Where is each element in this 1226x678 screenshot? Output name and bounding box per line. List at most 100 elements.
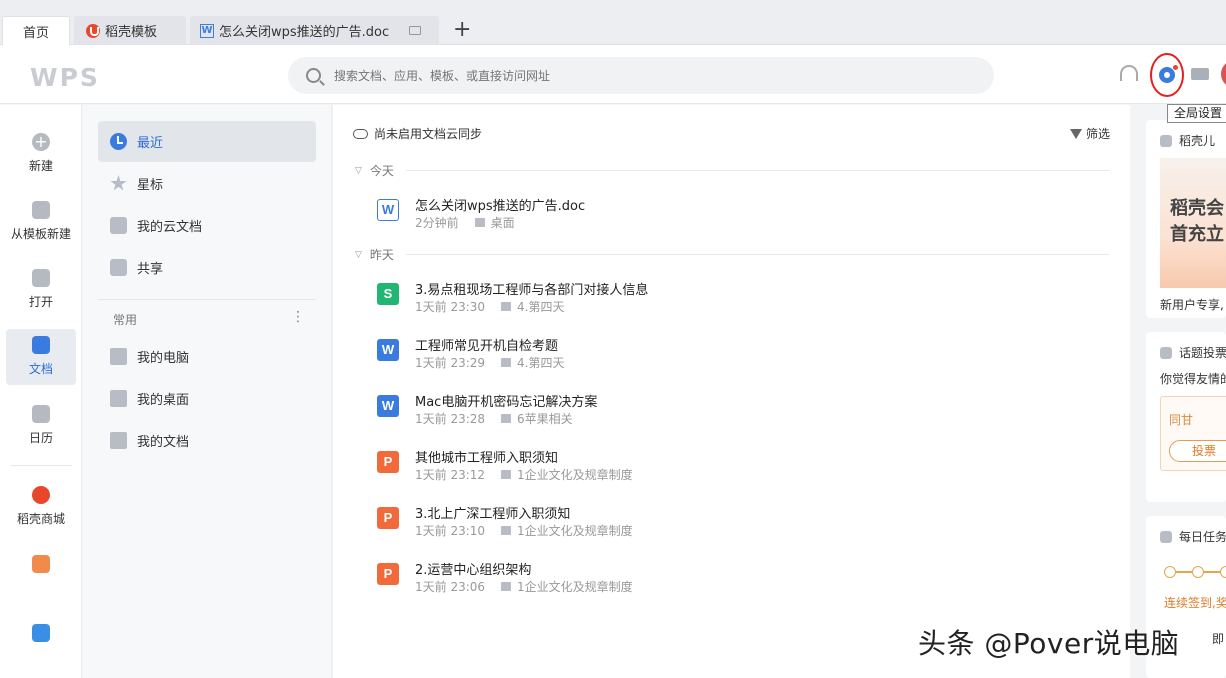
nav-my-documents[interactable]: 我的文档 — [98, 420, 316, 461]
vote-box: 同甘 投票 — [1160, 396, 1226, 471]
headset-icon[interactable] — [1120, 65, 1138, 81]
checkin-dot — [1164, 566, 1176, 578]
tab-daoke-templates[interactable]: 稻壳模板 — [74, 16, 186, 45]
rail-video[interactable] — [6, 555, 76, 579]
file-row[interactable]: P 3.北上广深工程师入职须知 1天前 23:10 1企业文化及规章制度 — [377, 503, 1097, 553]
video-icon — [32, 555, 50, 573]
cloud-sync-status[interactable]: 尚未启用文档云同步 — [353, 125, 482, 142]
rail-new[interactable]: 新建 — [6, 133, 76, 174]
vote-card-title: 话题投票 — [1179, 346, 1226, 360]
vote-question: 你觉得友情的 — [1160, 372, 1226, 386]
search-bar[interactable] — [288, 57, 994, 94]
presentation-icon: P — [377, 563, 399, 585]
rail-mall[interactable]: 稻壳商城 — [6, 486, 76, 527]
nav-cloud-label: 我的云文档 — [137, 220, 203, 235]
file-name: 工程师常见开机自检考题 — [415, 339, 559, 354]
file-row[interactable]: W 工程师常见开机自检考题 1天前 23:29 4.第四天 — [377, 335, 1097, 385]
daoke-mall-icon — [32, 486, 50, 504]
computer-folder-icon — [110, 348, 127, 365]
search-icon — [306, 68, 321, 83]
rail-new-from-template[interactable]: 从模板新建 — [6, 201, 76, 242]
more-options-icon[interactable]: ⋮ — [291, 309, 305, 325]
tab-home-label: 首页 — [22, 25, 49, 41]
nav-my-desktop[interactable]: 我的桌面 — [98, 378, 316, 419]
file-name: 其他城市工程师入职须知 — [415, 451, 559, 466]
word-doc-icon: W — [377, 395, 399, 417]
file-meta: 1天前 23:28 6苹果相关 — [415, 410, 573, 427]
nav-section-common: 常用 — [113, 313, 138, 327]
topic-vote-card[interactable]: 话题投票 你觉得友情的 同甘 投票 — [1146, 332, 1226, 502]
file-time: 1天前 23:29 — [415, 356, 486, 370]
file-row[interactable]: W 怎么关闭wps推送的广告.doc 2分钟前 桌面 — [377, 195, 1097, 245]
file-location: 桌面 — [490, 216, 515, 230]
clock-icon — [110, 133, 127, 150]
avatar[interactable] — [1221, 60, 1226, 88]
file-row[interactable]: W Mac电脑开机密码忘记解决方案 1天前 23:28 6苹果相关 — [377, 391, 1097, 441]
plus-circle-icon — [32, 133, 50, 151]
documents-folder-icon — [110, 432, 127, 449]
nav-recent[interactable]: 最近 — [98, 121, 316, 162]
file-time: 1天前 23:12 — [415, 468, 486, 482]
task-note: 即 — [1212, 632, 1225, 646]
nav-shared[interactable]: 共享 — [98, 247, 316, 288]
rail-new-label: 新建 — [28, 159, 53, 173]
file-name: 3.易点租现场工程师与各部门对接人信息 — [415, 283, 649, 298]
file-name: 怎么关闭wps推送的广告.doc — [415, 199, 586, 214]
skin-icon[interactable] — [1191, 68, 1209, 80]
rail-divider — [10, 465, 72, 466]
file-name: Mac电脑开机密码忘记解决方案 — [415, 395, 598, 410]
filter-button[interactable]: 筛选 — [1069, 125, 1110, 142]
file-row[interactable]: P 2.运营中心组织架构 1天前 23:06 1企业文化及规章制度 — [377, 559, 1097, 609]
vote-option[interactable]: 同甘 — [1169, 411, 1193, 428]
left-rail: 新建 从模板新建 打开 文档 日历 稻壳商城 — [0, 105, 82, 678]
group-today[interactable]: ▽ 今天 — [355, 162, 1109, 179]
daoke-card[interactable]: 稻壳儿 稻壳会 首充立 新用户专享, — [1146, 120, 1226, 318]
checkin-dot — [1220, 566, 1226, 578]
rail-docs[interactable]: 文档 — [6, 329, 76, 385]
promo-line1: 稻壳会 — [1170, 198, 1224, 219]
new-tab-button[interactable]: + — [453, 18, 471, 42]
search-input[interactable] — [334, 68, 934, 83]
header: WPS — [0, 45, 1226, 104]
gear-icon[interactable] — [1159, 67, 1175, 83]
file-row[interactable]: P 其他城市工程师入职须知 1天前 23:12 1企业文化及规章制度 — [377, 447, 1097, 497]
file-meta: 1天前 23:10 1企业文化及规章制度 — [415, 522, 633, 539]
card-title: 每日任务 — [1160, 528, 1226, 545]
tab-home[interactable]: 首页 — [2, 16, 70, 45]
card-title: 话题投票 — [1160, 344, 1226, 361]
nav-recent-label: 最近 — [137, 136, 164, 151]
promo-text: 稻壳会 首充立 — [1170, 196, 1224, 248]
filter-icon — [1069, 128, 1082, 139]
document-icon — [32, 336, 50, 354]
file-list-area: 尚未启用文档云同步 筛选 ▽ 今天 W 怎么关闭wps推送的广告.doc 2分钟… — [333, 105, 1130, 678]
star-icon — [110, 175, 127, 191]
file-meta: 1天前 23:29 4.第四天 — [415, 354, 565, 371]
word-doc-icon: W — [200, 23, 214, 38]
screen-icon[interactable] — [409, 26, 422, 35]
daoke-icon — [86, 23, 100, 38]
word-doc-icon: W — [377, 339, 399, 361]
group-yesterday[interactable]: ▽ 昨天 — [355, 246, 1109, 263]
chevron-down-icon: ▽ — [355, 249, 362, 260]
rail-open[interactable]: 打开 — [6, 269, 76, 310]
nav-starred[interactable]: 星标 — [98, 163, 316, 204]
folder-icon — [32, 269, 50, 287]
word-doc-icon: W — [377, 199, 399, 221]
cloud-icon — [353, 128, 368, 139]
checkin-progress — [1164, 566, 1226, 578]
nav-cloud-docs[interactable]: 我的云文档 — [98, 205, 316, 246]
file-time: 1天前 23:30 — [415, 300, 486, 314]
file-time: 1天前 23:06 — [415, 580, 486, 594]
daoke-icon — [1160, 134, 1172, 147]
rail-notes[interactable] — [6, 624, 76, 648]
tab-document-label: 怎么关闭wps推送的广告.doc — [219, 25, 390, 40]
location-icon — [474, 218, 485, 227]
filter-label: 筛选 — [1085, 127, 1110, 141]
file-row[interactable]: S 3.易点租现场工程师与各部门对接人信息 1天前 23:30 4.第四天 — [377, 279, 1097, 329]
spreadsheet-icon: S — [377, 283, 399, 305]
tab-document[interactable]: W 怎么关闭wps推送的广告.doc — [190, 16, 439, 45]
vote-button[interactable]: 投票 — [1169, 440, 1226, 462]
rail-calendar[interactable]: 日历 — [6, 405, 76, 446]
nav-my-computer[interactable]: 我的电脑 — [98, 336, 316, 377]
task-card-title: 每日任务 — [1179, 530, 1226, 544]
